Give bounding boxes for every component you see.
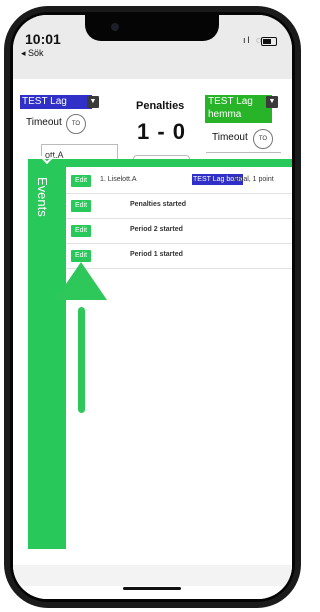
notch bbox=[85, 15, 219, 41]
up-arrow-shaft bbox=[78, 307, 85, 413]
score-display: 1 - 0 bbox=[137, 119, 187, 144]
away-team-name: TEST Lag bbox=[208, 96, 253, 107]
battery-icon bbox=[261, 37, 277, 46]
event-player: 1. Liselott.A bbox=[100, 176, 137, 183]
events-tab[interactable]: Events bbox=[28, 149, 66, 549]
edit-event-button[interactable]: Edit bbox=[71, 250, 91, 262]
event-row: Edit Period 2 started bbox=[66, 219, 292, 244]
event-detail: Goal, 1 point bbox=[234, 176, 274, 183]
event-description: Period 2 started bbox=[130, 226, 183, 233]
home-team-select[interactable]: TEST Lag bbox=[20, 95, 92, 109]
home-timeout-label: Timeout bbox=[26, 117, 62, 128]
app-content: TEST Lag ▼ Timeout TO Penalties 1 - 0 TE… bbox=[13, 79, 292, 599]
home-team-name: TEST Lag bbox=[22, 96, 67, 107]
chevron-down-icon[interactable]: ▼ bbox=[87, 96, 99, 108]
away-timeout-label: Timeout bbox=[212, 132, 248, 143]
status-bar: 10:01 ◂ Sök ıl ◌ bbox=[13, 15, 292, 79]
home-indicator[interactable] bbox=[123, 587, 181, 590]
event-description: Penalties started bbox=[130, 201, 187, 208]
event-row: Edit 1. Liselott.A TEST Lag borta Goal, … bbox=[66, 169, 292, 194]
away-team-select[interactable]: TEST Lag hemma bbox=[205, 95, 272, 123]
scoreboard: TEST Lag ▼ Timeout TO Penalties 1 - 0 TE… bbox=[13, 79, 292, 175]
away-team-name-line2: hemma bbox=[208, 109, 242, 120]
away-timeout-button[interactable]: TO bbox=[253, 129, 273, 149]
phone-mockup: 10:01 ◂ Sök ıl ◌ TEST Lag ▼ Timeout TO P… bbox=[0, 0, 307, 612]
edit-event-button[interactable]: Edit bbox=[71, 225, 91, 237]
period-title: Penalties bbox=[136, 100, 185, 112]
edit-event-button[interactable]: Edit bbox=[71, 200, 91, 212]
up-arrow-icon bbox=[55, 262, 107, 300]
event-row: Edit Penalties started bbox=[66, 194, 292, 219]
camera-icon bbox=[111, 23, 119, 31]
event-description: Period 1 started bbox=[130, 251, 183, 258]
edit-event-button[interactable]: Edit bbox=[71, 175, 91, 187]
home-timeout-button[interactable]: TO bbox=[66, 114, 86, 134]
phone-screen: 10:01 ◂ Sök ıl ◌ TEST Lag ▼ Timeout TO P… bbox=[13, 15, 292, 599]
back-to-search-link[interactable]: ◂ Sök bbox=[21, 48, 44, 59]
status-time: 10:01 bbox=[25, 31, 61, 47]
bottom-area bbox=[13, 565, 292, 586]
events-tab-label: Events bbox=[35, 177, 50, 217]
chevron-down-icon[interactable]: ▼ bbox=[266, 96, 278, 108]
